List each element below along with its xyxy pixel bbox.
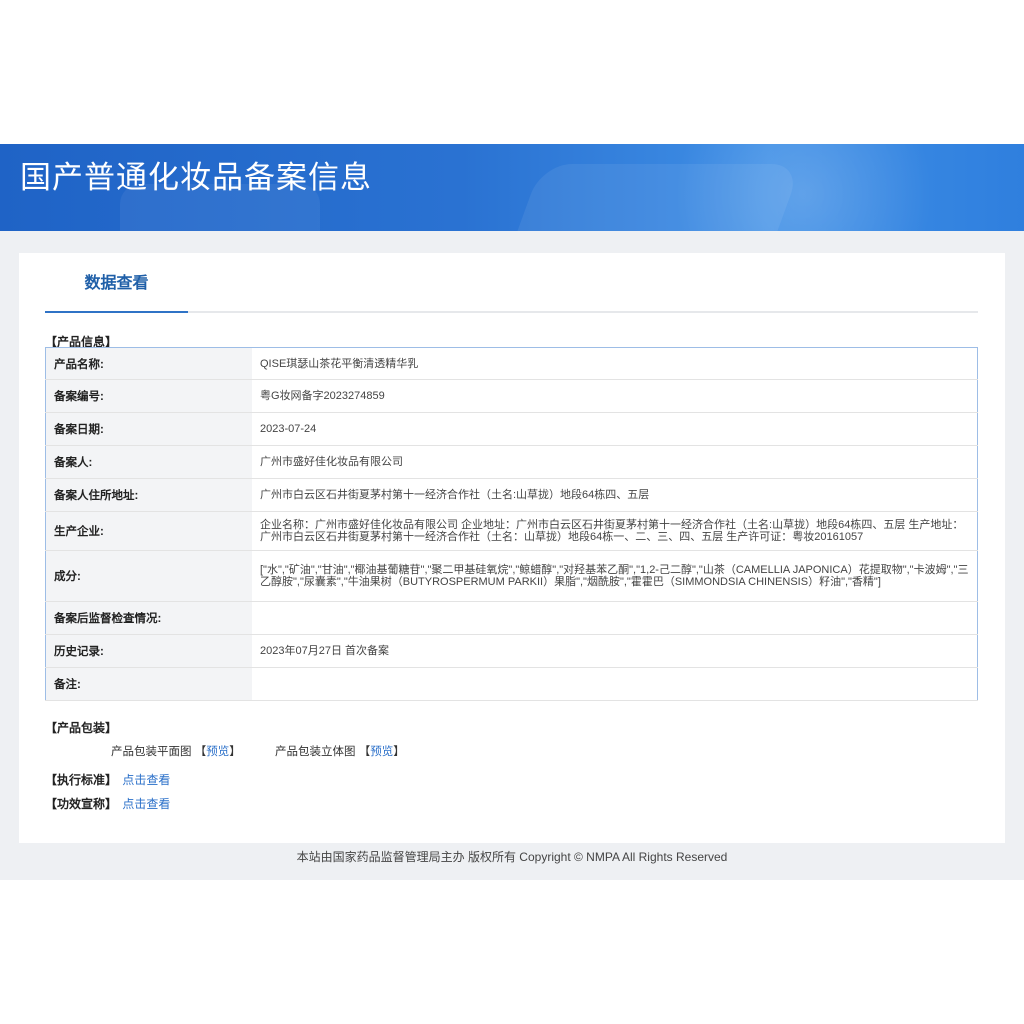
product-info-table: 产品名称: QISE琪瑟山茶花平衡清透精华乳 备案编号: 粤G妆网备字20232… — [45, 347, 978, 701]
table-row: 备案人住所地址: 广州市白云区石井街夏茅村第十一经济合作社（土名:山草拢）地段6… — [45, 478, 978, 512]
row-label: 备注: — [45, 667, 252, 701]
row-value: 广州市盛好佳化妆品有限公司 — [252, 445, 978, 479]
row-value: 企业名称：广州市盛好佳化妆品有限公司 企业地址：广州市白云区石井街夏茅村第十一经… — [252, 511, 978, 551]
tab-data-view[interactable]: 数据查看 — [45, 276, 188, 313]
row-value: 广州市白云区石井街夏茅村第十一经济合作社（土名:山草拢）地段64栋四、五层 — [252, 478, 978, 512]
standard-label: 【执行标准】 — [45, 773, 118, 787]
packaging-flat: 产品包装平面图 【预览】 — [111, 743, 241, 759]
row-value — [252, 601, 978, 635]
standard-view-link[interactable]: 点击查看 — [122, 773, 170, 787]
row-label: 备案后监督检查情况: — [45, 601, 252, 635]
row-label: 产品名称: — [45, 347, 252, 380]
section-standard: 【执行标准】 点击查看 — [45, 771, 170, 788]
row-label: 备案日期: — [45, 412, 252, 446]
table-row: 备案人: 广州市盛好佳化妆品有限公司 — [45, 445, 978, 479]
row-label: 备案人住所地址: — [45, 478, 252, 512]
row-label: 生产企业: — [45, 511, 252, 551]
row-label: 备案编号: — [45, 379, 252, 413]
row-value: 2023-07-24 — [252, 412, 978, 446]
table-row: 成分: ["水","矿油","甘油","椰油基葡糖苷","聚二甲基硅氧烷","鲸… — [45, 550, 978, 602]
packaging-solid: 产品包装立体图 【预览】 — [275, 743, 405, 759]
row-value: QISE琪瑟山茶花平衡清透精华乳 — [252, 347, 978, 380]
efficacy-label: 【功效宣称】 — [45, 797, 118, 811]
table-row: 备案后监督检查情况: — [45, 601, 978, 635]
page-title: 国产普通化妆品备案信息 — [20, 160, 372, 195]
table-row: 生产企业: 企业名称：广州市盛好佳化妆品有限公司 企业地址：广州市白云区石井街夏… — [45, 511, 978, 551]
table-row: 备注: — [45, 667, 978, 701]
packaging-flat-label: 产品包装平面图 — [111, 746, 192, 758]
efficacy-view-link[interactable]: 点击查看 — [122, 797, 170, 811]
tab-bar: 数据查看 — [45, 276, 978, 313]
table-row: 产品名称: QISE琪瑟山茶花平衡清透精华乳 — [45, 347, 978, 380]
detail-card: 数据查看 【产品信息】 产品名称: QISE琪瑟山茶花平衡清透精华乳 备案编号:… — [19, 253, 1005, 843]
bracket-close: 】 — [229, 746, 241, 758]
table-row: 备案编号: 粤G妆网备字2023274859 — [45, 379, 978, 413]
content-area: 数据查看 【产品信息】 产品名称: QISE琪瑟山茶花平衡清透精华乳 备案编号:… — [0, 231, 1024, 880]
bracket-close: 】 — [393, 746, 405, 758]
packaging-solid-label: 产品包装立体图 — [275, 746, 356, 758]
row-label: 成分: — [45, 550, 252, 602]
row-value: ["水","矿油","甘油","椰油基葡糖苷","聚二甲基硅氧烷","鲸蜡醇",… — [252, 550, 978, 602]
preview-flat-link[interactable]: 预览 — [206, 746, 229, 758]
row-value — [252, 667, 978, 701]
row-label: 历史记录: — [45, 634, 252, 668]
row-value: 粤G妆网备字2023274859 — [252, 379, 978, 413]
row-value: 2023年07月27日 首次备案 — [252, 634, 978, 668]
preview-solid-link[interactable]: 预览 — [370, 746, 393, 758]
banner-decoration — [498, 164, 802, 231]
bracket-open: 【 — [194, 746, 207, 758]
top-blank — [0, 0, 1024, 144]
bracket-open: 【 — [358, 746, 371, 758]
table-row: 备案日期: 2023-07-24 — [45, 412, 978, 446]
section-packaging: 【产品包装】 — [45, 721, 118, 735]
footer-copyright: 本站由国家药品监督管理局主办 版权所有 Copyright © NMPA All… — [296, 850, 728, 864]
section-efficacy: 【功效宣称】 点击查看 — [45, 795, 170, 812]
row-label: 备案人: — [45, 445, 252, 479]
table-row: 历史记录: 2023年07月27日 首次备案 — [45, 634, 978, 668]
header-banner: 国产普通化妆品备案信息 — [0, 144, 1024, 231]
